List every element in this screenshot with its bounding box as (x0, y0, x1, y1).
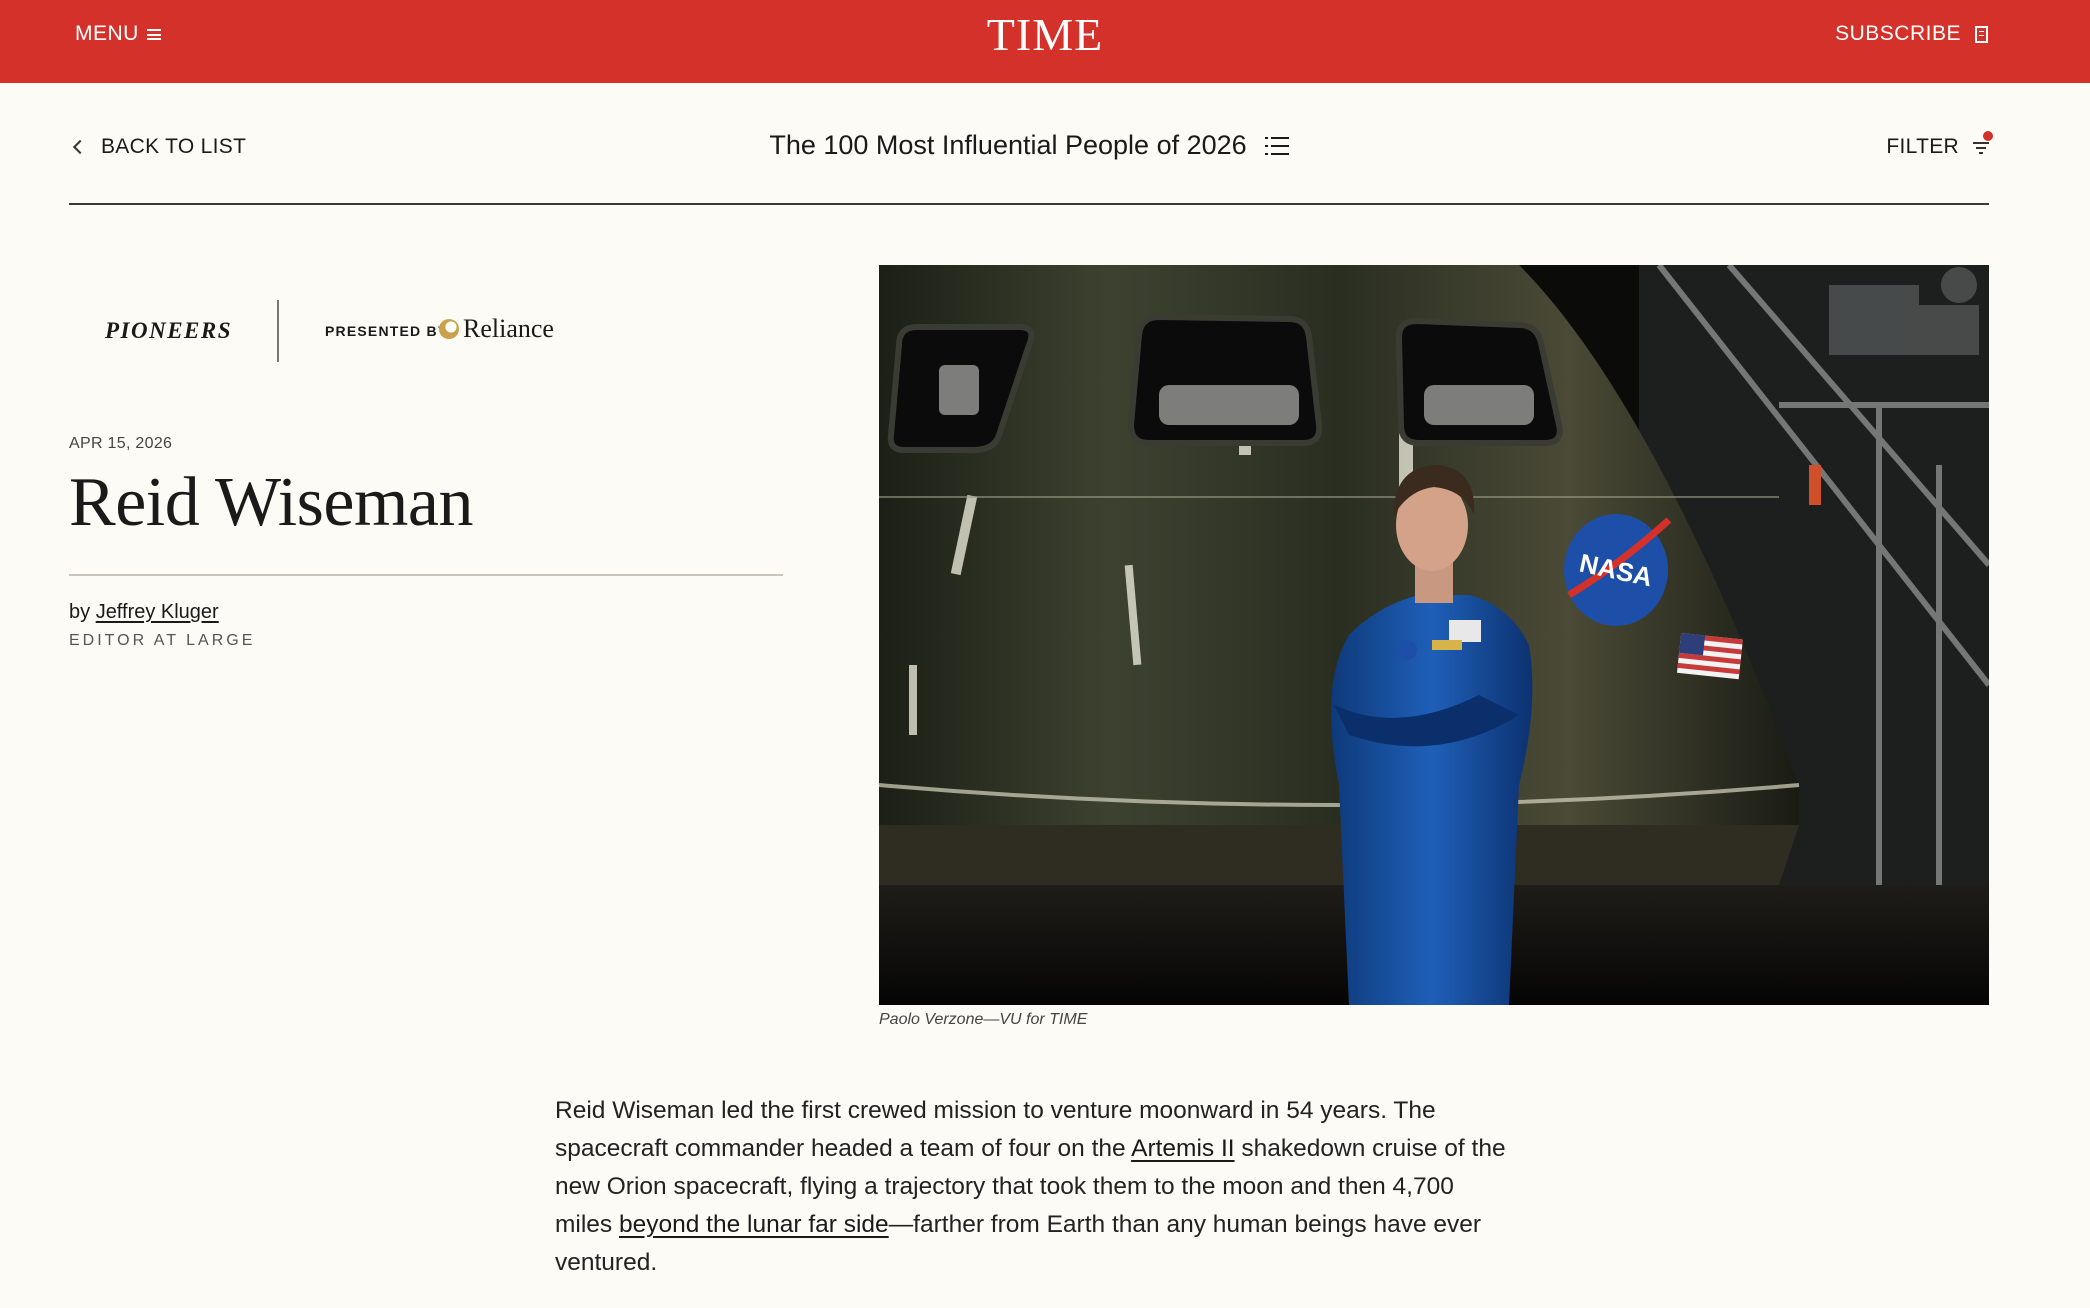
subscribe-label: SUBSCRIBE (1835, 22, 1961, 45)
filter-button[interactable]: FILTER (1886, 131, 1993, 159)
menu-label: MENU (75, 22, 139, 45)
reliance-logo-icon (439, 319, 459, 339)
filter-active-dot (1983, 131, 1993, 141)
list-title-button[interactable]: The 100 Most Influential People of 2026 (769, 130, 1289, 161)
author-link[interactable]: Jeffrey Kluger (96, 601, 219, 623)
filter-label: FILTER (1886, 135, 1959, 158)
byline: by Jeffrey Kluger (69, 601, 219, 624)
magazine-icon (1975, 25, 1988, 43)
byline-prefix: by (69, 601, 91, 623)
astronaut-photo: NASA (879, 265, 1989, 1005)
filter-icon (1973, 131, 1993, 154)
time-logo[interactable]: TIME (987, 9, 1103, 60)
article-date: APR 15, 2026 (69, 435, 173, 452)
lunar-far-side-link[interactable]: beyond the lunar far side (619, 1211, 889, 1238)
chevron-left-icon (72, 139, 88, 155)
subscribe-button[interactable]: SUBSCRIBE (1835, 22, 1988, 46)
sponsor-logo: Reliance (439, 314, 554, 344)
list-subnav: BACK TO LIST The 100 Most Influential Pe… (69, 83, 1993, 205)
top-bar: MENU TIME SUBSCRIBE (0, 0, 2090, 83)
artemis-ii-link[interactable]: Artemis II (1131, 1135, 1234, 1162)
title-divider (69, 574, 783, 576)
list-icon (1264, 135, 1289, 157)
list-title: The 100 Most Influential People of 2026 (769, 130, 1247, 160)
back-label: BACK TO LIST (101, 135, 247, 158)
menu-button[interactable]: MENU (75, 22, 161, 46)
badge-divider (277, 300, 279, 362)
article-paragraph: Reid Wiseman led the first crewed missio… (555, 1092, 1515, 1282)
category-badge: PIONEERS PRESENTED BY Reliance (69, 300, 579, 364)
hero-photo: NASA (879, 265, 1989, 1005)
sponsor-name: Reliance (463, 314, 554, 343)
hamburger-icon (146, 28, 161, 40)
photo-credit: Paolo Verzone—VU for TIME (879, 1011, 1088, 1028)
presented-by-label: PRESENTED BY (325, 323, 449, 339)
article-title: Reid Wiseman (69, 464, 474, 541)
category-name[interactable]: PIONEERS (105, 318, 232, 344)
author-role: EDITOR AT LARGE (69, 632, 256, 649)
back-to-list-link[interactable]: BACK TO LIST (69, 135, 246, 159)
